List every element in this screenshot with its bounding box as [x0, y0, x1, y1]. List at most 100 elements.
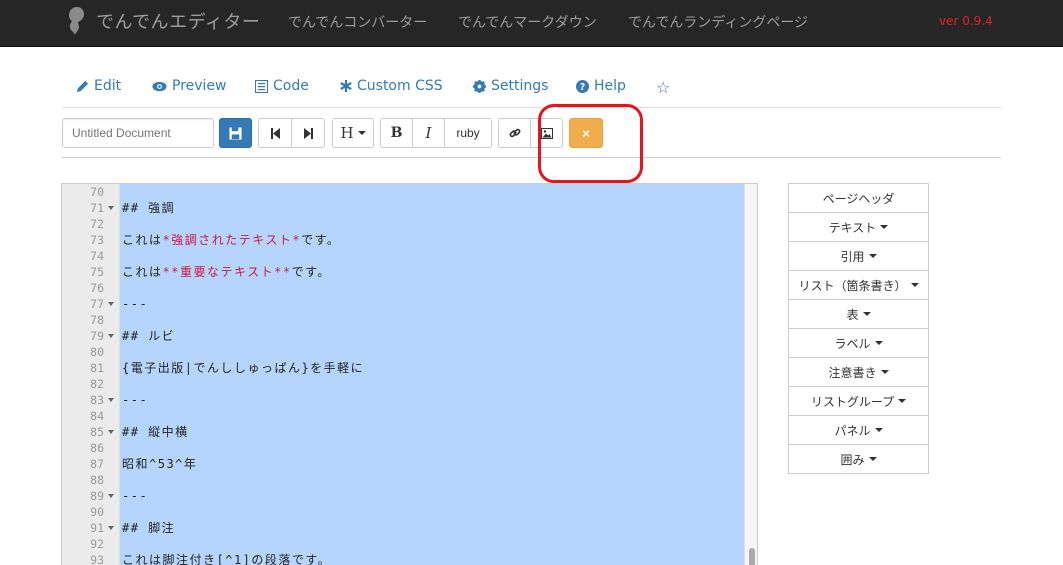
line-number: 93 [90, 553, 104, 565]
editor-line[interactable]: 75 これは**重要なテキスト**です。 [62, 264, 744, 280]
editor-line[interactable]: 74 [62, 248, 744, 264]
fold-arrow-icon[interactable] [108, 206, 114, 210]
editor-line[interactable]: 83 --- [62, 392, 744, 408]
editor-line[interactable]: 88 [62, 472, 744, 488]
sidebar-item-label: ラベル [834, 336, 871, 351]
brand[interactable]: でんでんエディター [66, 6, 260, 36]
editor-line[interactable]: 87 昭和^53^年 [62, 456, 744, 472]
sidebar-item-label: ページヘッダ [822, 191, 895, 206]
bold-label: B [390, 125, 403, 141]
editor-line[interactable]: 81 {電子出版|でんししゅっぱん}を手軽に [62, 360, 744, 376]
editor-line[interactable]: 86 [62, 440, 744, 456]
sidebar-item[interactable]: ラベル [788, 328, 929, 358]
editor-line[interactable]: 70 [62, 184, 744, 200]
fold-arrow-icon[interactable] [108, 430, 114, 434]
tab-help[interactable]: ? Help [576, 78, 626, 94]
tab-edit-label: Edit [94, 78, 122, 94]
scrollbar-thumb[interactable] [749, 548, 755, 565]
editor-line[interactable]: 78 [62, 312, 744, 328]
editor-line[interactable]: 91 ## 脚注 [62, 520, 744, 536]
line-number: 91 [90, 521, 104, 535]
code-icon [255, 79, 268, 93]
line-text: ## 脚注 [122, 520, 175, 536]
line-number: 70 [90, 185, 104, 199]
line-number: 76 [90, 281, 104, 295]
nav-link-converter[interactable]: でんでんコンバーター [288, 12, 427, 32]
link-button[interactable] [498, 118, 531, 148]
bold-button[interactable]: B [380, 118, 413, 148]
tab-favorite[interactable]: ☆ [656, 78, 670, 97]
chevron-down-icon [868, 457, 877, 461]
sidebar-item[interactable]: 表 [788, 299, 929, 329]
line-text: ## 縦中横 [122, 424, 189, 440]
heading-dropdown-button[interactable]: H [332, 118, 374, 148]
sidebar-item[interactable]: テキスト [788, 212, 929, 242]
editor-toolbar: H B I ruby × [62, 117, 1001, 158]
sidebar-item[interactable]: ページヘッダ [788, 183, 929, 213]
editor-line[interactable]: 80 [62, 344, 744, 360]
editor-line[interactable]: 77 --- [62, 296, 744, 312]
fold-arrow-icon[interactable] [108, 334, 114, 338]
ruby-button[interactable]: ruby [444, 118, 492, 148]
line-number: 82 [90, 377, 104, 391]
sidebar-item[interactable]: リストグループ [788, 386, 929, 416]
tab-code-label: Code [273, 78, 309, 94]
code-text: --- [122, 393, 149, 407]
line-number: 77 [90, 297, 104, 311]
nav-link-landing-page[interactable]: でんでんランディングページ [628, 12, 808, 32]
fold-arrow-icon[interactable] [108, 302, 114, 306]
editor-line[interactable]: 89 --- [62, 488, 744, 504]
line-number: 78 [90, 313, 104, 327]
editor-line[interactable]: 71 ## 強調 [62, 200, 744, 216]
editor-line[interactable]: 79 ## ルビ [62, 328, 744, 344]
editor-line[interactable]: 85 ## 縦中横 [62, 424, 744, 440]
sidebar-item-label: リストグループ [810, 394, 895, 409]
fold-arrow-icon[interactable] [108, 494, 114, 498]
jump-to-bottom-button[interactable] [291, 118, 325, 148]
editor-line[interactable]: 72 [62, 216, 744, 232]
sidebar-item[interactable]: 引用 [788, 241, 929, 271]
line-number: 92 [90, 537, 104, 551]
line-number: 80 [90, 345, 104, 359]
tab-custom-css[interactable]: Custom CSS [340, 78, 443, 94]
editor-line[interactable]: 76 [62, 280, 744, 296]
fold-arrow-icon[interactable] [108, 398, 114, 402]
line-number: 88 [90, 473, 104, 487]
ruby-label: ruby [456, 126, 480, 140]
markdown-editor[interactable]: 70 71 ## 強調 72 73 これは*強調されたテキスト*です。 74 75 これは**重… [61, 183, 758, 565]
sidebar-item-label: テキスト [828, 220, 877, 235]
editor-line[interactable]: 84 [62, 408, 744, 424]
asterisk-icon [340, 80, 352, 92]
line-number: 85 [90, 425, 104, 439]
tab-preview[interactable]: Preview [152, 78, 227, 94]
sidebar-item[interactable]: 囲み [788, 444, 929, 474]
editor-line[interactable]: 93 これは脚注付き[^1]の段落です。 [62, 552, 744, 565]
sidebar-item[interactable]: リスト（箇条書き） [788, 270, 929, 300]
tab-code[interactable]: Code [255, 78, 309, 94]
code-text: です。 [301, 233, 341, 247]
tab-edit[interactable]: Edit [76, 78, 121, 94]
nav-link-markdown[interactable]: でんでんマークダウン [458, 12, 597, 32]
sidebar-item[interactable]: パネル [788, 415, 929, 445]
chevron-down-icon [357, 131, 366, 135]
sidebar-item[interactable]: 注意書き [788, 357, 929, 387]
chevron-down-icon [880, 370, 889, 374]
save-icon [229, 126, 242, 140]
document-title-input[interactable] [62, 118, 214, 148]
fold-arrow-icon[interactable] [108, 526, 114, 530]
step-forward-icon [303, 127, 313, 139]
line-number: 75 [90, 265, 104, 279]
italic-button[interactable]: I [412, 118, 445, 148]
editor-line[interactable]: 73 これは*強調されたテキスト*です。 [62, 232, 744, 248]
svg-text:?: ? [580, 82, 585, 93]
save-button[interactable] [219, 118, 252, 148]
tab-preview-label: Preview [172, 78, 227, 94]
editor-scrollbar[interactable] [744, 184, 757, 565]
line-number: 79 [90, 329, 104, 343]
chevron-down-icon [862, 312, 871, 316]
tab-settings[interactable]: Settings [473, 78, 548, 94]
editor-line[interactable]: 90 [62, 504, 744, 520]
editor-line[interactable]: 92 [62, 536, 744, 552]
editor-line[interactable]: 82 [62, 376, 744, 392]
jump-to-top-button[interactable] [258, 118, 292, 148]
